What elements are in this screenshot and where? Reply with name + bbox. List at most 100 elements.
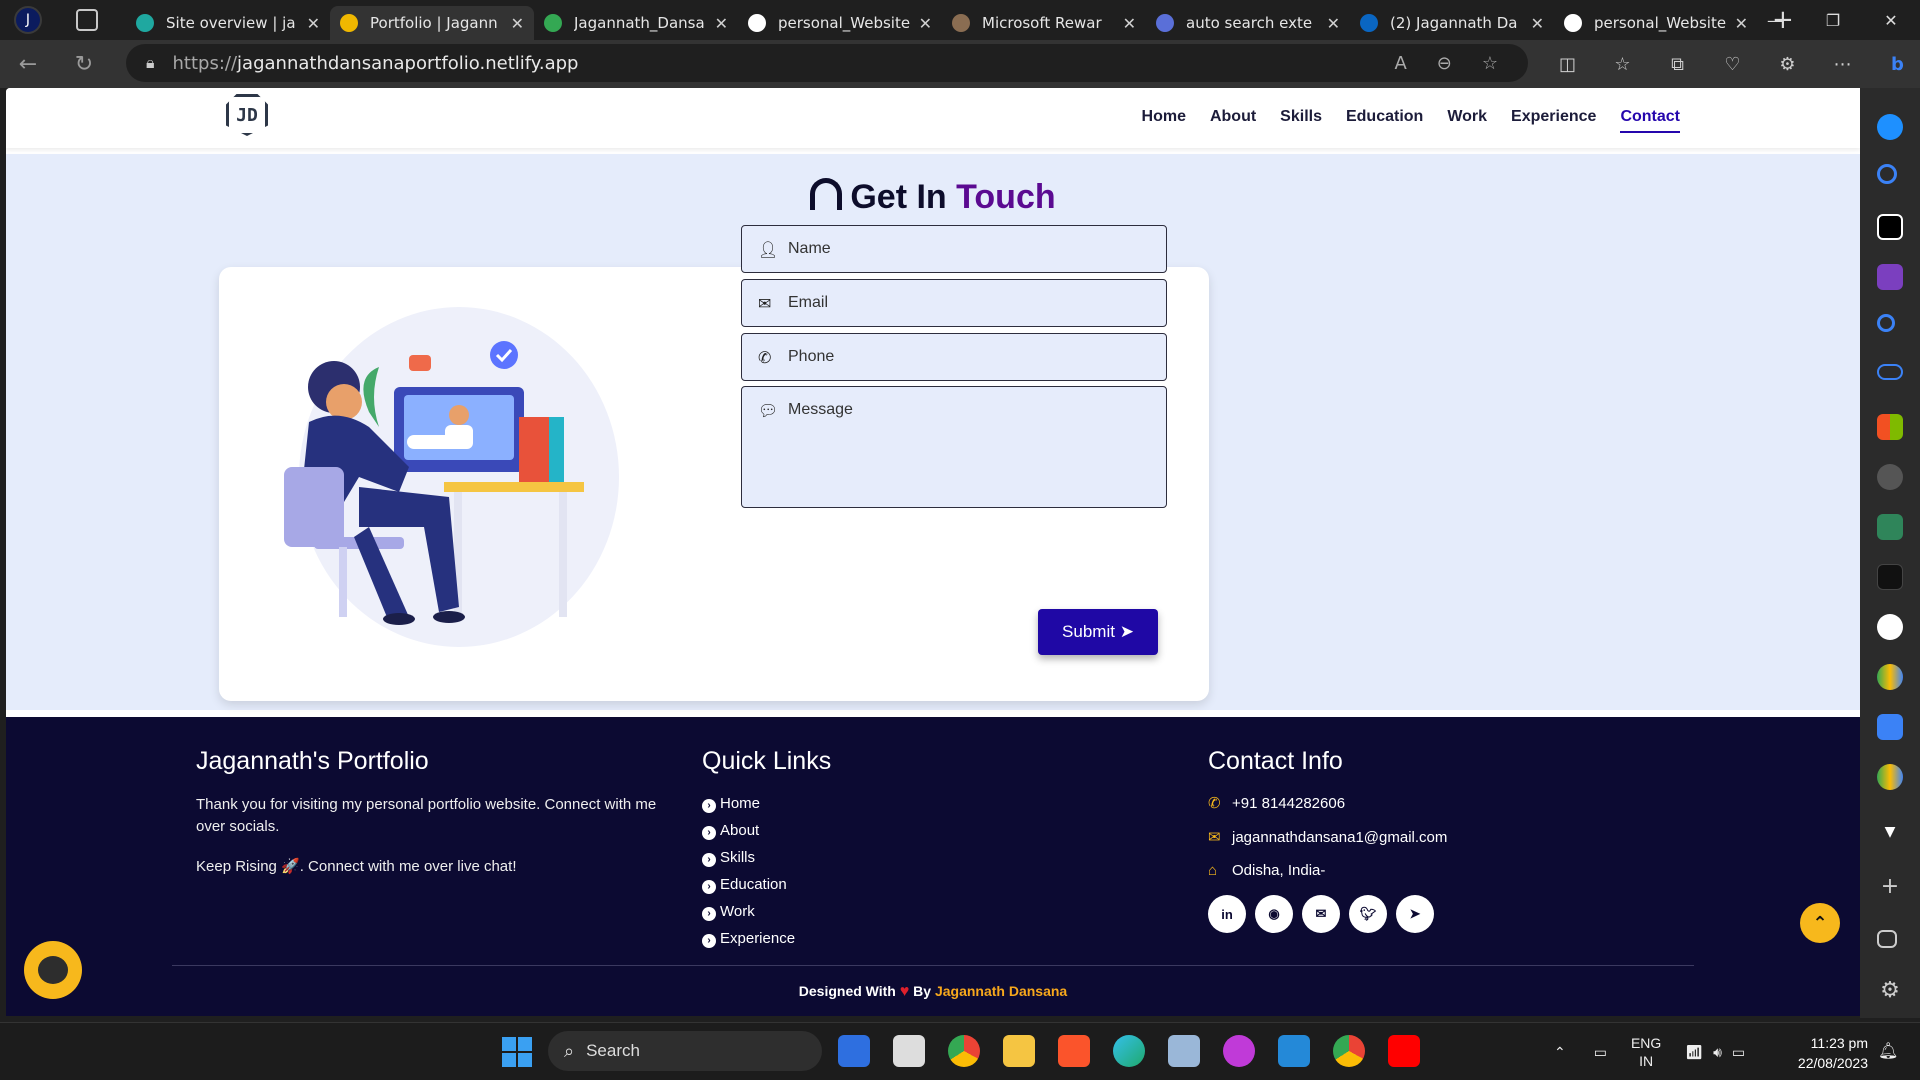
favorites-icon[interactable]: ☆ (1595, 54, 1650, 75)
split-screen-icon[interactable]: ◫ (1540, 54, 1595, 75)
more-menu-icon[interactable]: ⋯ (1815, 54, 1870, 75)
favorite-star-icon[interactable]: ☆ (1482, 53, 1498, 74)
extension-green-icon[interactable] (1877, 514, 1903, 540)
brave-icon[interactable] (1058, 1035, 1090, 1067)
workspaces-icon[interactable] (76, 9, 98, 31)
maximize-button[interactable]: ❐ (1804, 0, 1862, 40)
task-view-icon[interactable] (893, 1035, 925, 1067)
file-explorer-icon[interactable] (1003, 1035, 1035, 1067)
browser-tab[interactable]: Portfolio | Jagann ✕ (330, 6, 534, 40)
phone-field[interactable]: ✆ Phone (741, 333, 1167, 381)
taskbar-clock[interactable]: 11:23 pm 22/08/2023 (1778, 1033, 1868, 1073)
site-logo[interactable]: JD (226, 94, 268, 136)
live-chat-button[interactable] (24, 941, 82, 999)
github-icon[interactable]: ◉ (1255, 895, 1293, 933)
nav-link-home[interactable]: Home (1142, 108, 1186, 133)
bing-copilot-icon[interactable]: b (1870, 54, 1920, 75)
search-icon[interactable] (1877, 164, 1897, 184)
sidebar-toggle-icon[interactable] (1877, 930, 1897, 948)
browser-tab[interactable]: (2) Jagannath Da ✕ (1350, 6, 1554, 40)
grammarly-icon[interactable] (1877, 614, 1903, 640)
extension-b-icon[interactable] (1877, 264, 1903, 290)
contact-phone[interactable]: ✆ +91 8144282606 (1208, 794, 1608, 813)
telegram-icon[interactable]: ➤ (1396, 895, 1434, 933)
minimize-button[interactable]: — (1746, 0, 1804, 40)
office-icon[interactable] (1877, 414, 1903, 440)
twitter-icon[interactable]: 🐦︎ (1349, 895, 1387, 933)
grammarly-label-icon[interactable] (1877, 564, 1903, 590)
quick-link-skills[interactable]: › Skills (702, 844, 1002, 871)
browser-tab[interactable]: Jagannath_Dansa ✕ (534, 6, 738, 40)
bug-icon[interactable] (1877, 464, 1903, 490)
contact-email[interactable]: ✉ jagannathdansana1@gmail.com (1208, 828, 1608, 847)
settings-icon[interactable]: ⚙ (1877, 978, 1903, 1004)
weather-app-icon[interactable] (838, 1035, 870, 1067)
calendar-icon[interactable] (1877, 714, 1903, 740)
battery-icon[interactable]: ▭ (1732, 1044, 1745, 1061)
chatgpt-icon[interactable] (1877, 214, 1903, 240)
chrome-icon[interactable] (948, 1035, 980, 1067)
drive-icon[interactable] (1877, 664, 1903, 690)
browser-essentials-icon[interactable]: ♡ (1705, 54, 1760, 75)
quick-link-education[interactable]: › Education (702, 871, 1002, 898)
add-icon[interactable]: + (1877, 874, 1903, 900)
zoom-icon[interactable]: ⊖ (1437, 53, 1452, 74)
browser-tab[interactable]: personal_Website ✕ (1554, 6, 1758, 40)
wifi-icon[interactable]: 📶︎ (1685, 1044, 1703, 1061)
tab-close-icon[interactable]: ✕ (1531, 14, 1544, 33)
quick-link-work[interactable]: › Work (702, 898, 1002, 925)
extensions-icon[interactable]: ⚙ (1760, 54, 1815, 75)
nav-link-experience[interactable]: Experience (1511, 108, 1596, 133)
taskbar-search[interactable]: ⌕ Search (548, 1031, 822, 1071)
profile-avatar[interactable]: J (14, 6, 42, 34)
back-icon[interactable]: ← (0, 52, 56, 77)
refresh-icon[interactable]: ↻ (56, 52, 112, 77)
chevron-up-icon[interactable]: ⌃ (1554, 1044, 1566, 1061)
email-social-icon[interactable]: ✉ (1302, 895, 1340, 933)
edge-icon[interactable] (1113, 1035, 1145, 1067)
message-field[interactable]: 💬︎ Message (741, 386, 1167, 508)
quick-link-home[interactable]: › Home (702, 790, 1002, 817)
scroll-to-top-button[interactable]: ⌃ (1800, 903, 1840, 943)
notifications-icon[interactable] (1877, 114, 1903, 140)
collections-icon[interactable]: ⧉ (1650, 54, 1705, 75)
credit-name-link[interactable]: Jagannath Dansana (935, 983, 1067, 999)
wps-office-icon[interactable] (1223, 1035, 1255, 1067)
youtube-icon[interactable] (1388, 1035, 1420, 1067)
tab-close-icon[interactable]: ✕ (511, 14, 524, 33)
start-button[interactable] (502, 1037, 532, 1067)
tab-close-icon[interactable]: ✕ (1327, 14, 1340, 33)
volume-icon[interactable]: 🔊︎ (1713, 1044, 1722, 1061)
quick-link-experience[interactable]: › Experience (702, 925, 1002, 952)
drive-2-icon[interactable] (1877, 764, 1903, 790)
close-window-button[interactable]: ✕ (1862, 0, 1920, 40)
search-blue-icon[interactable] (1877, 314, 1895, 332)
quick-link-about[interactable]: › About (702, 817, 1002, 844)
browser-tab[interactable]: personal_Website ✕ (738, 6, 942, 40)
tab-close-icon[interactable]: ✕ (1123, 14, 1136, 33)
language-indicator[interactable]: ENG IN (1631, 1034, 1661, 1070)
monitor-app-icon[interactable] (1168, 1035, 1200, 1067)
nav-link-contact[interactable]: Contact (1620, 108, 1680, 133)
chrome-2-icon[interactable] (1333, 1035, 1365, 1067)
vscode-icon[interactable] (1278, 1035, 1310, 1067)
read-aloud-icon[interactable]: A (1394, 53, 1406, 74)
name-field[interactable]: 👤︎ Name (741, 225, 1167, 273)
cloud-icon[interactable] (1877, 364, 1903, 380)
browser-tab[interactable]: Microsoft Rewar ✕ (942, 6, 1146, 40)
nav-link-about[interactable]: About (1210, 108, 1256, 133)
nav-link-education[interactable]: Education (1346, 108, 1423, 133)
browser-tab[interactable]: Site overview | ja ✕ (126, 6, 330, 40)
submit-button[interactable]: Submit ➤ (1038, 609, 1158, 655)
nav-link-skills[interactable]: Skills (1280, 108, 1322, 133)
tab-close-icon[interactable]: ✕ (919, 14, 932, 33)
tab-close-icon[interactable]: ✕ (715, 14, 728, 33)
address-bar[interactable]: 🔒︎ https://jagannathdansanaportfolio.net… (126, 44, 1528, 82)
notification-bell-icon[interactable]: 🔔︎ (1878, 1041, 1898, 1060)
tab-close-icon[interactable]: ✕ (307, 14, 320, 33)
tablet-icon[interactable]: ▭ (1594, 1044, 1607, 1061)
browser-tab[interactable]: auto search exte ✕ (1146, 6, 1350, 40)
chevron-down-icon[interactable]: ▼ (1877, 824, 1903, 850)
email-field[interactable]: ✉ Email (741, 279, 1167, 327)
nav-link-work[interactable]: Work (1447, 108, 1487, 133)
